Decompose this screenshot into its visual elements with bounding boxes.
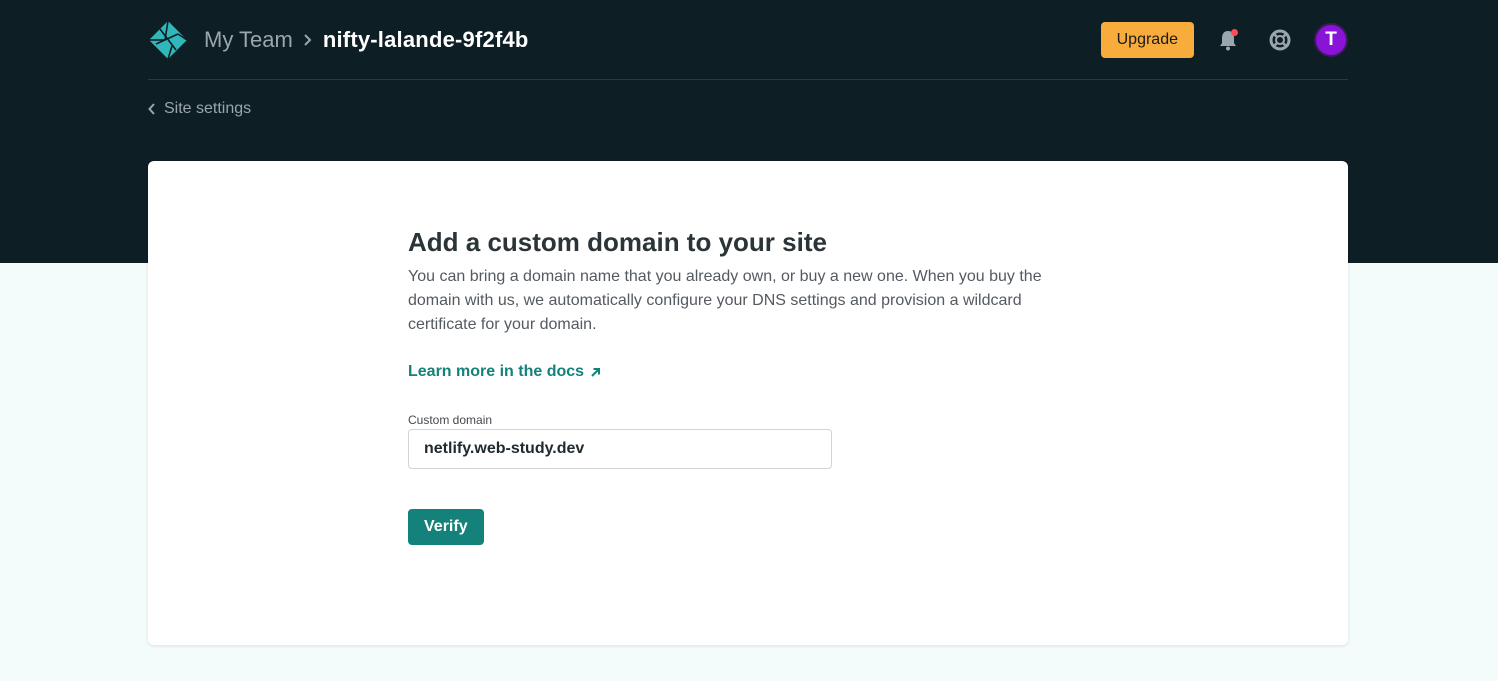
back-to-site-settings-link[interactable]: Site settings <box>148 98 251 120</box>
upgrade-button[interactable]: Upgrade <box>1100 21 1194 58</box>
description: You can bring a domain name that you alr… <box>408 268 1042 333</box>
card-content: Add a custom domain to your site You can… <box>408 225 1068 545</box>
team-link[interactable]: My Team <box>204 27 293 53</box>
header-actions: Upgrade T <box>1100 21 1348 58</box>
custom-domain-label: Custom domain <box>408 413 493 427</box>
site-name[interactable]: nifty-lalande-9f2f4b <box>323 27 529 53</box>
custom-domain-card: Add a custom domain to your site You can… <box>148 161 1348 645</box>
verify-button[interactable]: Verify <box>408 509 484 545</box>
notification-dot <box>1231 28 1238 36</box>
lifebuoy-icon[interactable] <box>1268 28 1292 52</box>
learn-more-docs-link[interactable]: Learn more in the docs <box>408 363 601 381</box>
docs-link-label: Learn more in the docs <box>408 363 585 380</box>
top-nav: My Team nifty-lalande-9f2f4b Upgrade T <box>148 0 1348 80</box>
bell-icon[interactable] <box>1216 28 1240 52</box>
netlify-logo-icon[interactable] <box>148 20 188 60</box>
back-link-label: Site settings <box>164 100 252 117</box>
custom-domain-input[interactable] <box>408 429 832 469</box>
arrow-up-right-icon <box>590 367 601 378</box>
chevron-right-icon <box>303 33 313 47</box>
chevron-left-icon <box>148 103 156 115</box>
avatar[interactable]: T <box>1314 22 1348 57</box>
page-title: Add a custom domain to your site <box>408 227 827 257</box>
